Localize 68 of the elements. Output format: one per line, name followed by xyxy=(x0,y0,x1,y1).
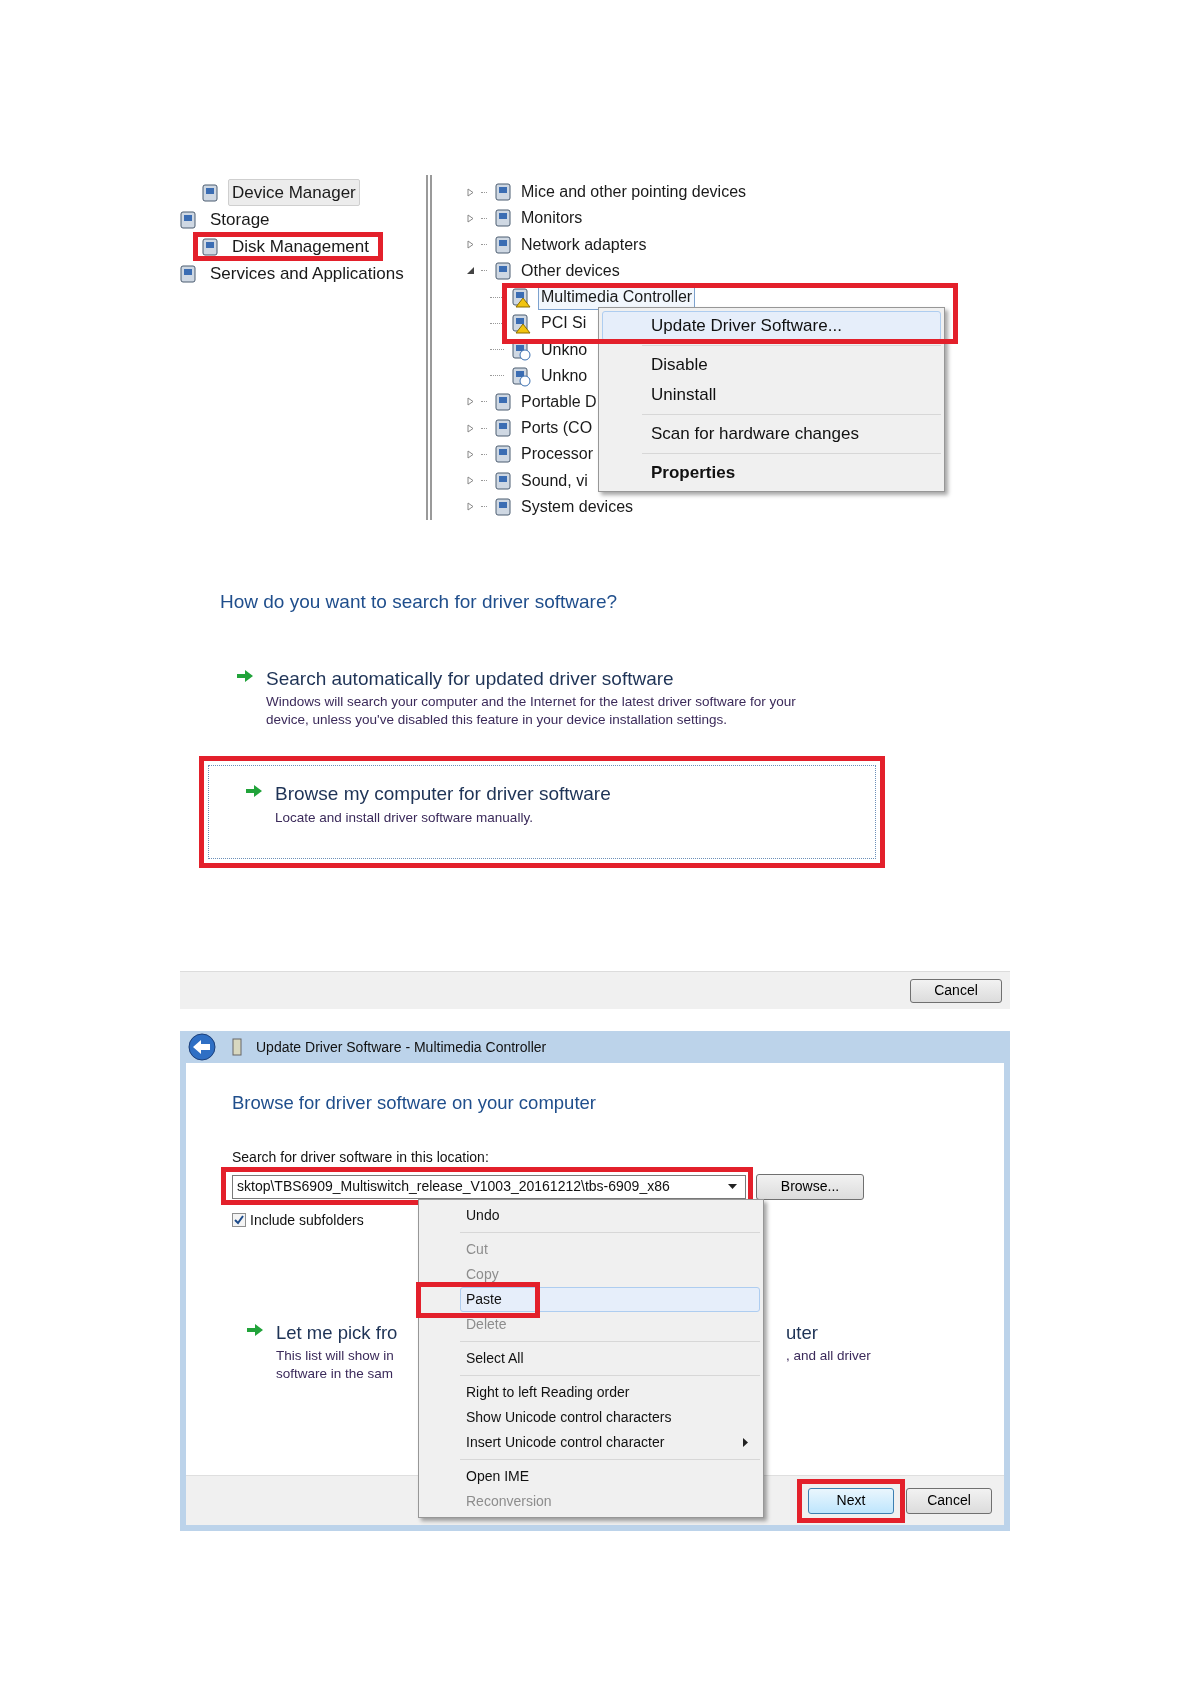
menu-item[interactable]: Insert Unicode control character xyxy=(460,1430,760,1455)
tree-item[interactable]: Portable D xyxy=(521,390,597,414)
option-description: Locate and install driver software manually. xyxy=(275,808,534,827)
arrow-icon xyxy=(236,668,254,683)
expand-triangle-icon[interactable] xyxy=(466,502,475,512)
menu-item[interactable]: Right to left Reading order xyxy=(460,1380,760,1405)
expand-triangle-icon[interactable] xyxy=(466,449,475,459)
dropdown-arrow-icon[interactable] xyxy=(728,1184,737,1190)
nav-item[interactable]: Device Manager xyxy=(228,178,360,207)
expand-triangle-icon[interactable] xyxy=(466,240,475,250)
nav-item[interactable]: Disk Management xyxy=(228,232,373,261)
arrow-icon xyxy=(245,784,263,798)
menu-item[interactable]: Update Driver Software... xyxy=(602,311,941,341)
nav-item[interactable]: Storage xyxy=(206,205,274,234)
option-description: , and all driver xyxy=(786,1346,871,1365)
expand-triangle-icon[interactable] xyxy=(466,187,475,197)
next-button[interactable]: Next xyxy=(808,1487,894,1514)
location-combobox[interactable]: sktop\TBS6909_Multiswitch_release_V1003_20161212\tbs-6909_x86 xyxy=(232,1174,746,1199)
tree-item[interactable]: Unkno xyxy=(538,336,591,363)
field-label: Search for driver software in this location: xyxy=(232,1147,490,1167)
tree-item[interactable]: Ports (CO xyxy=(521,416,593,441)
arrow-icon xyxy=(246,1322,264,1337)
expand-triangle-icon[interactable] xyxy=(466,476,475,486)
tree-item[interactable]: Other devices xyxy=(521,258,620,283)
menu-item[interactable]: Show Unicode control characters xyxy=(460,1405,760,1430)
tree-item[interactable]: System devices xyxy=(521,494,634,519)
menu-item[interactable]: Disable xyxy=(642,350,941,380)
tree-item[interactable]: Unkno xyxy=(538,362,591,389)
device-icon xyxy=(510,286,532,309)
tree-item[interactable]: Processor xyxy=(521,442,594,467)
menu-item[interactable]: Properties xyxy=(642,458,941,488)
checkbox-label: Include subfolders xyxy=(250,1210,364,1230)
cancel-button[interactable]: Cancel xyxy=(910,978,1002,1003)
cancel-button[interactable]: Cancel xyxy=(906,1487,992,1514)
menu-item[interactable]: Paste xyxy=(460,1287,760,1312)
tree-item[interactable]: Monitors xyxy=(521,206,583,231)
back-icon[interactable] xyxy=(186,1033,218,1061)
device-icon xyxy=(510,364,532,387)
option-title: Search automatically for updated driver software xyxy=(266,666,675,691)
option-title: uter xyxy=(786,1320,819,1345)
option-description: This list will show in xyxy=(276,1346,395,1365)
browse-button[interactable]: Browse... xyxy=(756,1173,864,1200)
checkbox[interactable] xyxy=(232,1213,246,1228)
device-icon xyxy=(510,312,532,335)
nav-item[interactable]: Services and Applications xyxy=(206,259,408,288)
option-description: Windows will search your computer and the Internet for the latest driver software for your device, unless you've disabled this feature in your device installation settings. xyxy=(266,693,797,729)
tree-item[interactable]: Sound, vi xyxy=(521,468,588,493)
menu-item[interactable]: Open IME xyxy=(460,1464,760,1489)
menu-item[interactable]: Select All xyxy=(460,1346,760,1371)
dialog-heading: Browse for driver software on your computer xyxy=(232,1091,597,1115)
tree-item[interactable]: PCI Si xyxy=(538,310,590,337)
expand-triangle-icon[interactable] xyxy=(466,213,475,223)
expand-triangle-icon[interactable] xyxy=(466,423,475,433)
option-description: software in the sam xyxy=(276,1364,395,1383)
menu-item[interactable]: Scan for hardware changes xyxy=(642,419,941,449)
tree-item[interactable]: Network adapters xyxy=(521,232,647,257)
menu-item[interactable]: Uninstall xyxy=(642,380,941,410)
checkmark-icon xyxy=(234,1215,244,1226)
device-icon xyxy=(230,1038,244,1056)
option-title: Browse my computer for driver software xyxy=(275,782,612,806)
expand-triangle-icon[interactable] xyxy=(466,397,475,407)
submenu-arrow-icon xyxy=(743,1438,748,1447)
window-title: Update Driver Software - Multimedia Controller xyxy=(256,1037,547,1057)
collapse-triangle-icon[interactable] xyxy=(466,266,475,276)
dialog-heading: How do you want to search for driver software? xyxy=(219,590,619,614)
tree-item[interactable]: Mice and other pointing devices xyxy=(521,180,747,205)
menu-item[interactable]: Undo xyxy=(422,1203,760,1228)
option-title: Let me pick fro xyxy=(276,1320,399,1345)
